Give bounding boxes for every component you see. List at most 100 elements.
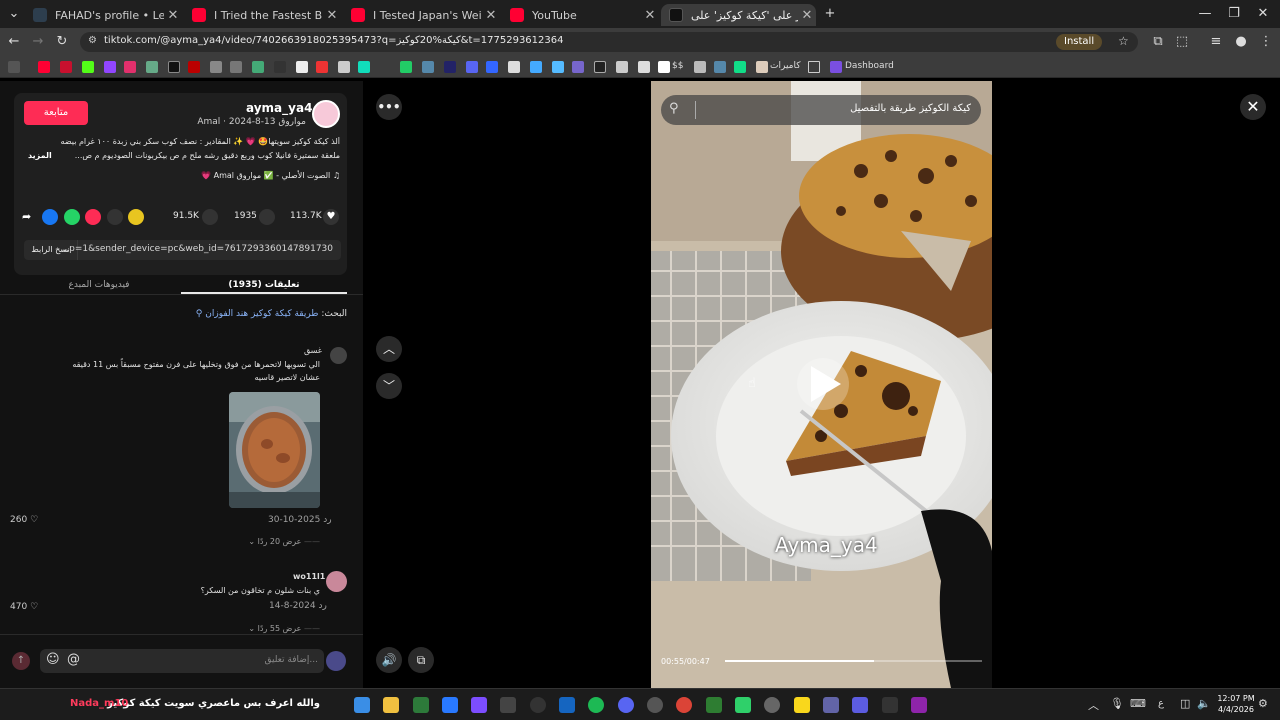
- bookmark-icon[interactable]: [638, 61, 650, 73]
- google-icon[interactable]: [658, 61, 670, 73]
- facebook-icon[interactable]: [42, 209, 58, 225]
- youtube-bookmark-icon[interactable]: [38, 61, 50, 73]
- close-tab-icon[interactable]: ✕: [641, 8, 659, 23]
- bookmark-icon[interactable]: [358, 61, 370, 73]
- clock[interactable]: 12:07 PM 4/4/2026: [1217, 693, 1255, 715]
- commenter-name[interactable]: wo11l1: [293, 572, 325, 581]
- bookmark-icon[interactable]: [714, 61, 726, 73]
- app-icon[interactable]: [500, 697, 516, 713]
- window-close-icon[interactable]: ✕: [1248, 4, 1278, 24]
- tab-tiktok[interactable]: اعثر على 'كيكة كوكيز' على :k ✕: [661, 4, 816, 26]
- picture-in-picture-icon[interactable]: ⧉: [408, 647, 434, 673]
- site-info-icon[interactable]: ⚙: [88, 35, 97, 46]
- heart-icon[interactable]: ♥: [323, 209, 339, 225]
- comment-icon[interactable]: [259, 209, 275, 225]
- sound-row[interactable]: ♫ الصوت الأصلي - ✅ مواروق Amal 💗: [134, 171, 340, 180]
- speaker-icon[interactable]: 🔈: [1197, 697, 1211, 710]
- bookmark-icon[interactable]: [146, 61, 158, 73]
- app-icon[interactable]: [764, 697, 780, 713]
- mic-icon[interactable]: 🎙: [1110, 697, 1124, 710]
- bookmark-icon[interactable]: [210, 61, 222, 73]
- tray-chevron-icon[interactable]: ︿: [1088, 697, 1099, 713]
- commenter-avatar[interactable]: [330, 347, 347, 364]
- whatsapp-icon[interactable]: [64, 209, 80, 225]
- tab-letterboxd[interactable]: FAHAD's profile • Letterboxd ✕: [25, 4, 182, 26]
- apps-grid-icon[interactable]: [8, 61, 20, 73]
- app-icon[interactable]: [911, 697, 927, 713]
- next-video-icon[interactable]: ﹀: [376, 373, 402, 399]
- app-icon[interactable]: [735, 697, 751, 713]
- bookmark-icon[interactable]: [572, 61, 584, 73]
- close-tab-icon[interactable]: ✕: [798, 8, 816, 23]
- comment-image[interactable]: [229, 392, 320, 508]
- folder-icon[interactable]: [808, 61, 820, 73]
- windows-start-icon[interactable]: [354, 697, 370, 713]
- twitch-icon[interactable]: [104, 61, 116, 73]
- x-icon[interactable]: [168, 61, 180, 73]
- bookmark-save-icon[interactable]: [202, 209, 218, 225]
- reply-button[interactable]: رد: [323, 515, 331, 525]
- share-arrow-icon[interactable]: ➦: [22, 210, 38, 226]
- bookmark-star-icon[interactable]: ☆: [1118, 34, 1129, 48]
- language-indicator[interactable]: ع: [1158, 698, 1164, 709]
- tab-youtube-japan-trains[interactable]: I Tested Japan's Weirdest Trains ✕: [343, 4, 500, 26]
- related-search[interactable]: البحث: طريقة كيكة كوكيز هند الفوزان ⚲: [120, 309, 347, 319]
- media-icon[interactable]: ≡: [1206, 32, 1226, 52]
- puzzle-icon[interactable]: ⬚: [1172, 32, 1192, 52]
- close-video-icon[interactable]: ✕: [1240, 94, 1266, 120]
- share-send-icon[interactable]: [85, 209, 101, 225]
- app-icon[interactable]: [559, 697, 575, 713]
- app-icon[interactable]: [413, 697, 429, 713]
- keyboard-icon[interactable]: ⌨: [1130, 697, 1146, 710]
- file-explorer-icon[interactable]: [383, 697, 399, 713]
- close-tab-icon[interactable]: ✕: [323, 8, 341, 23]
- restore-icon[interactable]: ❐: [1219, 4, 1249, 24]
- creator-username[interactable]: ayma_ya4: [246, 101, 312, 115]
- bookmark-icon[interactable]: [252, 61, 264, 73]
- sticky-notes-icon[interactable]: [794, 697, 810, 713]
- reload-icon[interactable]: ↻: [52, 32, 72, 52]
- share-link-text[interactable]: ...p=1&sender_device=pc&web_id=761729336…: [61, 244, 333, 254]
- tab-creator-videos[interactable]: فيديوهات المبدع: [16, 275, 182, 295]
- comment-input[interactable]: ☺ @ إضافة تعليق...: [40, 649, 324, 673]
- bookmark-icon[interactable]: [230, 61, 242, 73]
- bookmark-icon[interactable]: [338, 61, 350, 73]
- mention-icon[interactable]: @: [67, 652, 80, 667]
- bookmark-icon[interactable]: [188, 61, 200, 73]
- app-icon[interactable]: [647, 697, 663, 713]
- more-button[interactable]: المزيد: [28, 151, 52, 160]
- follow-button[interactable]: متابعة: [24, 101, 88, 125]
- view-replies[interactable]: —— عرض 55 ردًا ⌄: [236, 624, 320, 633]
- profile-avatar[interactable]: ●: [1231, 32, 1251, 52]
- bookmark-icon[interactable]: [594, 61, 606, 73]
- kick-icon[interactable]: [82, 61, 94, 73]
- video-progress-track[interactable]: [725, 660, 982, 662]
- emoji-icon[interactable]: ☺: [46, 652, 60, 667]
- address-bar[interactable]: ⚙ tiktok.com/@ayma_ya4/video/74026639180…: [80, 32, 1138, 52]
- bookmark-icon[interactable]: [422, 61, 434, 73]
- new-tab-icon[interactable]: +: [820, 4, 840, 24]
- bookmark-icon[interactable]: [466, 61, 478, 73]
- comment-likes[interactable]: 260 ♡: [10, 515, 38, 525]
- app-icon[interactable]: [471, 697, 487, 713]
- tab-youtube[interactable]: YouTube ✕: [502, 4, 659, 26]
- app-icon[interactable]: [442, 697, 458, 713]
- commenter-avatar[interactable]: [326, 571, 347, 592]
- app-icon[interactable]: [882, 697, 898, 713]
- volume-icon[interactable]: 🔊: [376, 647, 402, 673]
- menu-icon[interactable]: ⋮: [1256, 32, 1276, 52]
- comment-likes[interactable]: 470 ♡: [10, 602, 38, 612]
- bookmark-dashboard[interactable]: Dashboard: [845, 61, 894, 71]
- bookmark-icon[interactable]: [274, 61, 286, 73]
- bookmark-icon[interactable]: [756, 61, 768, 73]
- bookmark-dollar[interactable]: $$: [672, 61, 683, 71]
- user-avatar[interactable]: [326, 651, 346, 671]
- teams-icon[interactable]: [823, 697, 839, 713]
- back-icon[interactable]: ←: [4, 32, 24, 52]
- bookmark-icon[interactable]: [486, 61, 498, 73]
- bookmark-icon[interactable]: [530, 61, 542, 73]
- creator-avatar[interactable]: [312, 100, 340, 128]
- bookmark-icon[interactable]: [60, 61, 72, 73]
- app-icon[interactable]: [852, 697, 868, 713]
- dashboard-icon[interactable]: [830, 61, 842, 73]
